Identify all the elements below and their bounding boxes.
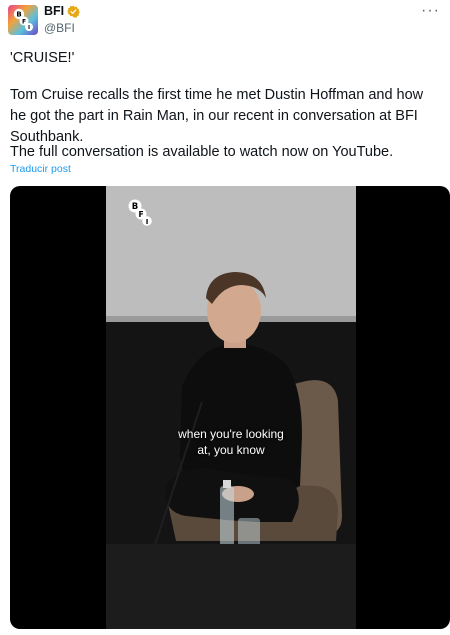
subtitle-line-2: at, you know bbox=[197, 443, 265, 457]
video-frame: B F I when you're looking at, you know bbox=[106, 186, 356, 629]
water-bottle bbox=[220, 486, 234, 552]
avatar[interactable]: B F I bbox=[8, 5, 38, 35]
avatar-letter-b: B bbox=[16, 11, 21, 19]
video-subtitle: when you're looking at, you know bbox=[106, 426, 356, 458]
subtitle-line-1: when you're looking bbox=[178, 427, 284, 441]
tweet-text-paragraph-3: The full conversation is available to wa… bbox=[10, 144, 394, 160]
table bbox=[106, 544, 356, 629]
verified-badge-icon bbox=[67, 5, 81, 18]
speaker-figure bbox=[106, 272, 356, 629]
logo-letter-b: B bbox=[132, 202, 138, 212]
tweet-text-paragraph-2: Tom Cruise recalls the first time he met… bbox=[10, 87, 424, 145]
bfi-avatar-logo: B F I bbox=[8, 5, 38, 35]
avatar-letter-f: F bbox=[22, 18, 26, 25]
logo-letter-i: I bbox=[146, 218, 149, 226]
video-player[interactable]: B F I when you're looking at, you know bbox=[10, 186, 450, 629]
tweet-text-paragraph-1: 'CRUISE!' bbox=[10, 50, 75, 66]
more-options-icon[interactable]: ··· bbox=[421, 2, 440, 20]
display-name[interactable]: BFI bbox=[44, 4, 64, 18]
author-name-row: BFI bbox=[44, 4, 81, 18]
translate-post-link[interactable]: Traducir post bbox=[10, 163, 71, 175]
tweet: B F I BFI @BFI ··· 'CRUISE!' Tom Cruise … bbox=[0, 0, 450, 635]
handle[interactable]: @BFI bbox=[44, 21, 75, 35]
avatar-letter-i: I bbox=[28, 25, 30, 31]
logo-letter-f: F bbox=[138, 210, 143, 219]
bfi-logo: B F I bbox=[128, 199, 152, 226]
